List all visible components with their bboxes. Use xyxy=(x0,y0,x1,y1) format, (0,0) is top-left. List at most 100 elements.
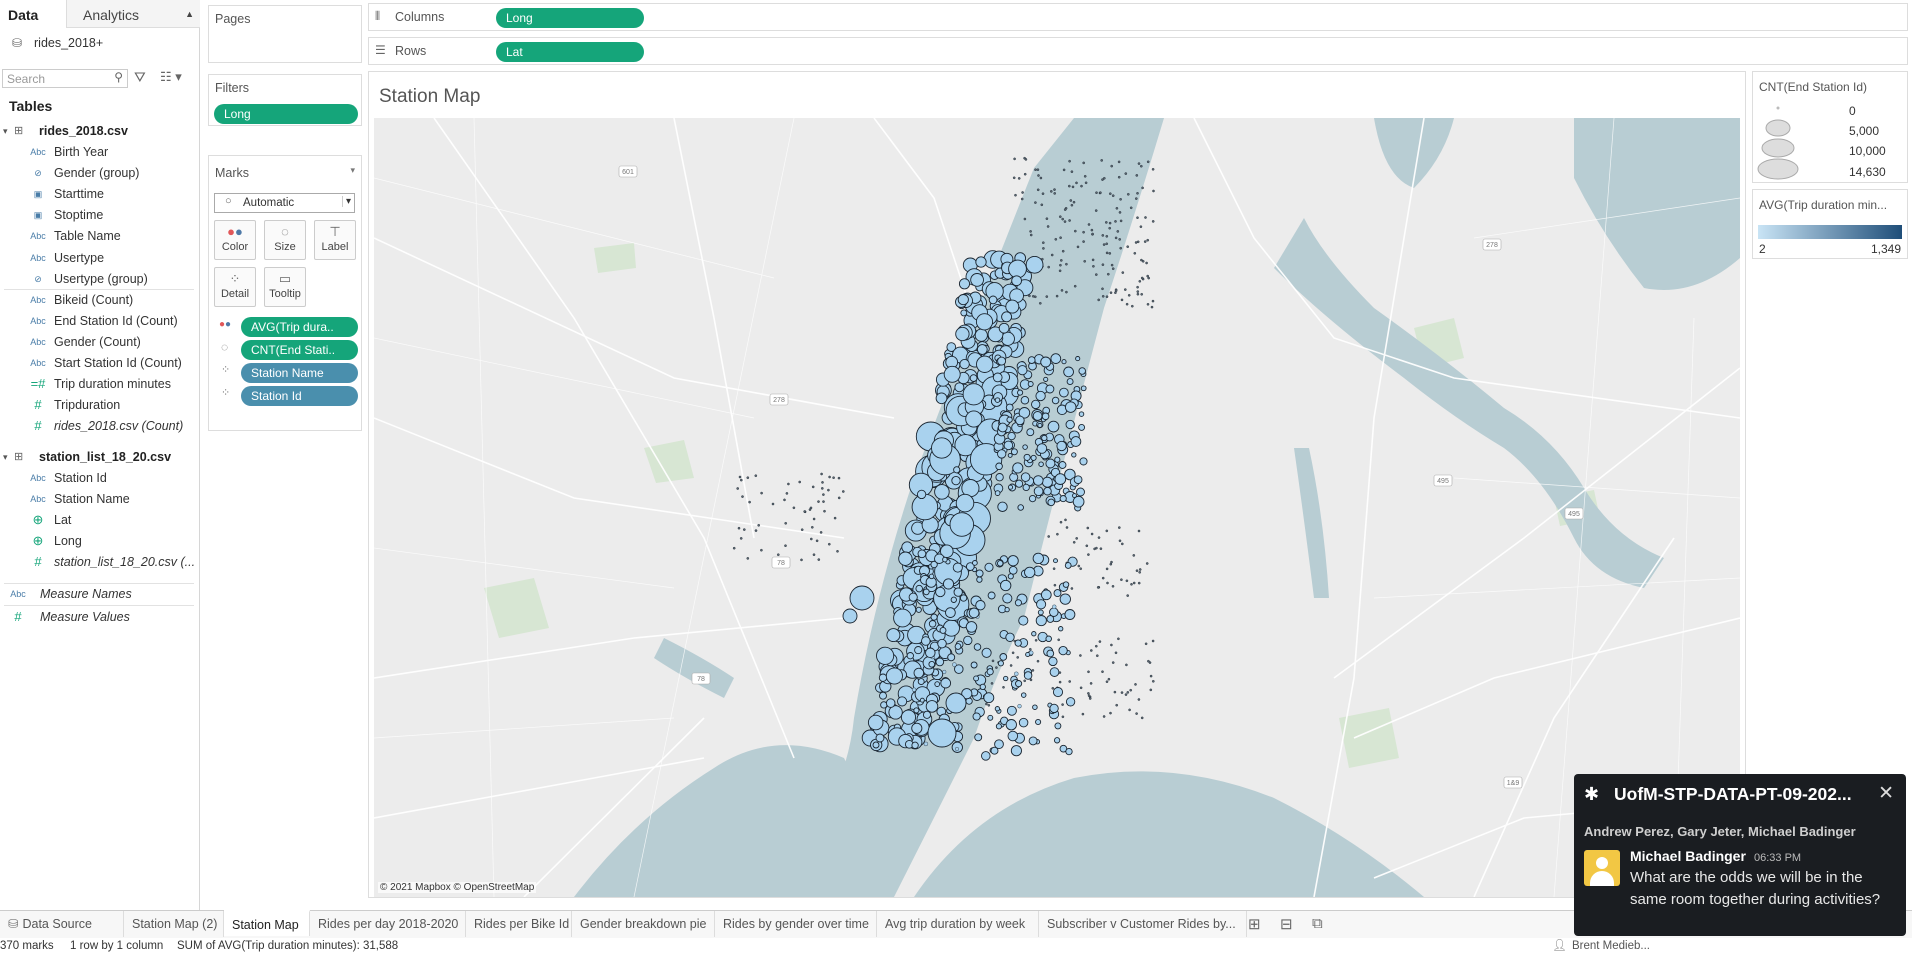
station-mark[interactable] xyxy=(1064,609,1076,620)
station-mark[interactable] xyxy=(957,294,969,306)
station-mark[interactable] xyxy=(1090,228,1094,232)
station-mark[interactable] xyxy=(1017,704,1022,709)
field-item[interactable]: Abc Birth Year xyxy=(0,142,198,162)
sheet-tab[interactable]: Avg trip duration by week xyxy=(877,911,1039,937)
station-mark[interactable] xyxy=(1039,176,1043,180)
station-mark[interactable] xyxy=(1009,664,1013,667)
field-item[interactable]: # rides_2018.csv (Count) xyxy=(0,416,198,436)
station-mark[interactable] xyxy=(1064,401,1077,413)
station-mark[interactable] xyxy=(943,365,961,383)
station-mark[interactable] xyxy=(1115,207,1119,210)
station-mark[interactable] xyxy=(878,673,888,682)
station-mark[interactable] xyxy=(1108,252,1112,255)
station-mark[interactable] xyxy=(832,476,835,480)
station-mark[interactable] xyxy=(748,500,751,504)
marks-pill-avg-trip[interactable]: AVG(Trip dura.. xyxy=(241,317,358,337)
station-mark[interactable] xyxy=(827,488,830,492)
station-mark[interactable] xyxy=(963,635,973,646)
station-mark[interactable] xyxy=(979,683,986,691)
station-mark[interactable] xyxy=(1138,568,1142,571)
station-mark[interactable] xyxy=(986,668,994,676)
station-mark[interactable] xyxy=(1072,200,1076,204)
station-mark[interactable] xyxy=(1056,532,1059,536)
station-mark[interactable] xyxy=(975,569,984,578)
station-mark[interactable] xyxy=(1012,462,1024,474)
station-mark[interactable] xyxy=(998,322,1010,334)
station-mark[interactable] xyxy=(1029,650,1034,655)
station-mark[interactable] xyxy=(1084,181,1088,185)
station-mark[interactable] xyxy=(1126,245,1130,248)
station-mark[interactable] xyxy=(988,295,998,305)
station-mark[interactable] xyxy=(962,383,985,406)
station-mark[interactable] xyxy=(1008,565,1018,575)
table-header-rides[interactable]: ▾ ⊞ rides_2018.csv xyxy=(0,121,198,141)
station-mark[interactable] xyxy=(1119,198,1122,201)
station-mark[interactable] xyxy=(1145,562,1149,565)
station-mark[interactable] xyxy=(1051,396,1060,405)
station-mark[interactable] xyxy=(1035,390,1046,402)
station-mark[interactable] xyxy=(1101,234,1105,237)
station-mark[interactable] xyxy=(1050,190,1053,193)
field-item[interactable]: ⊘ Usertype (group) xyxy=(0,269,198,289)
station-mark[interactable] xyxy=(911,687,917,692)
station-mark[interactable] xyxy=(1127,193,1130,196)
station-mark[interactable] xyxy=(1134,241,1138,244)
station-mark[interactable] xyxy=(1023,671,1033,680)
size-legend[interactable]: CNT(End Station Id) 0 5,000 10,000 14,63… xyxy=(1752,71,1908,183)
station-mark[interactable] xyxy=(1014,193,1017,197)
station-mark[interactable] xyxy=(1056,440,1067,452)
station-mark[interactable] xyxy=(821,481,824,484)
station-mark[interactable] xyxy=(997,356,1007,366)
station-mark[interactable] xyxy=(1053,583,1057,587)
station-mark[interactable] xyxy=(1135,174,1139,177)
station-mark[interactable] xyxy=(771,502,775,506)
station-mark[interactable] xyxy=(994,739,1004,750)
station-mark[interactable] xyxy=(1061,217,1065,221)
station-mark[interactable] xyxy=(1045,295,1049,298)
station-mark[interactable] xyxy=(953,587,963,597)
station-mark[interactable] xyxy=(867,714,884,731)
station-mark[interactable] xyxy=(942,578,955,590)
station-mark[interactable] xyxy=(1092,264,1095,268)
station-mark[interactable] xyxy=(1140,164,1143,168)
station-mark[interactable] xyxy=(997,449,1007,459)
station-mark[interactable] xyxy=(1053,589,1062,598)
station-mark[interactable] xyxy=(1071,452,1077,458)
station-mark[interactable] xyxy=(960,309,968,317)
station-mark[interactable] xyxy=(1082,240,1085,243)
station-mark[interactable] xyxy=(981,647,992,658)
station-mark[interactable] xyxy=(837,476,841,480)
station-mark[interactable] xyxy=(872,741,880,749)
station-mark[interactable] xyxy=(1091,258,1095,262)
station-mark[interactable] xyxy=(739,537,743,540)
station-mark[interactable] xyxy=(1080,184,1083,188)
station-mark[interactable] xyxy=(954,643,962,650)
station-mark[interactable] xyxy=(1138,279,1142,283)
station-mark[interactable] xyxy=(990,682,994,685)
station-mark[interactable] xyxy=(1059,263,1062,267)
station-mark[interactable] xyxy=(746,476,750,480)
station-mark[interactable] xyxy=(1032,704,1038,710)
station-mark[interactable] xyxy=(1058,461,1067,469)
station-mark[interactable] xyxy=(1102,243,1106,246)
station-mark[interactable] xyxy=(1114,651,1118,655)
station-mark[interactable] xyxy=(1132,581,1136,585)
station-mark[interactable] xyxy=(1103,177,1106,180)
station-mark[interactable] xyxy=(1135,712,1138,715)
station-mark[interactable] xyxy=(1010,448,1018,456)
station-mark[interactable] xyxy=(1051,687,1055,690)
station-mark[interactable] xyxy=(803,510,807,513)
station-mark[interactable] xyxy=(760,548,763,552)
user-icon[interactable]: 👤︎ xyxy=(1552,938,1567,955)
station-mark[interactable] xyxy=(1041,192,1045,195)
station-mark[interactable] xyxy=(1045,384,1055,394)
station-mark[interactable] xyxy=(1129,688,1133,692)
station-mark[interactable] xyxy=(1050,253,1054,257)
station-mark[interactable] xyxy=(900,709,917,725)
station-mark[interactable] xyxy=(937,638,947,649)
station-mark[interactable] xyxy=(1087,223,1091,226)
field-item[interactable]: =# Trip duration minutes xyxy=(0,374,198,394)
station-mark[interactable] xyxy=(1050,353,1062,364)
station-mark[interactable] xyxy=(1140,258,1143,262)
station-mark[interactable] xyxy=(1011,275,1022,287)
